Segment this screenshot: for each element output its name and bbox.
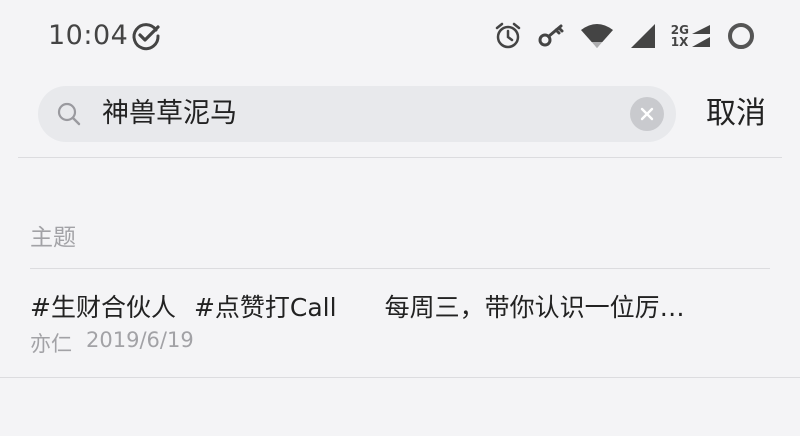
status-bar: 10:04 2G 1X [0,0,800,72]
divider [0,377,800,378]
search-input[interactable]: 神兽草泥马 [102,98,237,130]
result-tag[interactable]: #生财合伙人 [30,288,176,324]
result-description: 每周三，带你认识一位厉… [384,293,685,322]
status-icons: 2G 1X [493,18,756,54]
result-tag[interactable]: #点赞打Call [194,288,337,324]
divider [18,157,782,158]
result-date: 2019/6/19 [86,328,194,352]
section-title: 主题 [30,225,76,251]
signal-icon [630,24,655,48]
network-label: 2G 1X [671,24,689,48]
close-icon [640,107,654,121]
search-box[interactable]: 神兽草泥马 [38,86,676,142]
search-icon [57,102,81,126]
alarm-icon [495,22,521,49]
status-time: 10:04 [48,20,129,51]
result-item[interactable]: #生财合伙人 #点赞打Call 每周三，带你认识一位厉… 亦仁 2019/6/1… [30,288,770,358]
network-bottom-label: 1X [670,35,689,49]
battery-ring-icon [728,23,754,49]
cancel-button[interactable]: 取消 [706,96,766,132]
divider [30,268,770,269]
result-title: #生财合伙人 #点赞打Call 每周三，带你认识一位厉… [30,288,770,324]
result-meta: 亦仁 2019/6/19 [30,328,770,358]
result-author: 亦仁 [30,332,72,356]
signal-2g-indicator: 2G 1X [671,22,712,50]
check-circle-icon [132,23,160,51]
wifi-icon [580,24,613,48]
clear-search-button[interactable] [630,97,664,131]
key-icon [538,24,564,47]
signal-2g-icon [692,25,710,47]
